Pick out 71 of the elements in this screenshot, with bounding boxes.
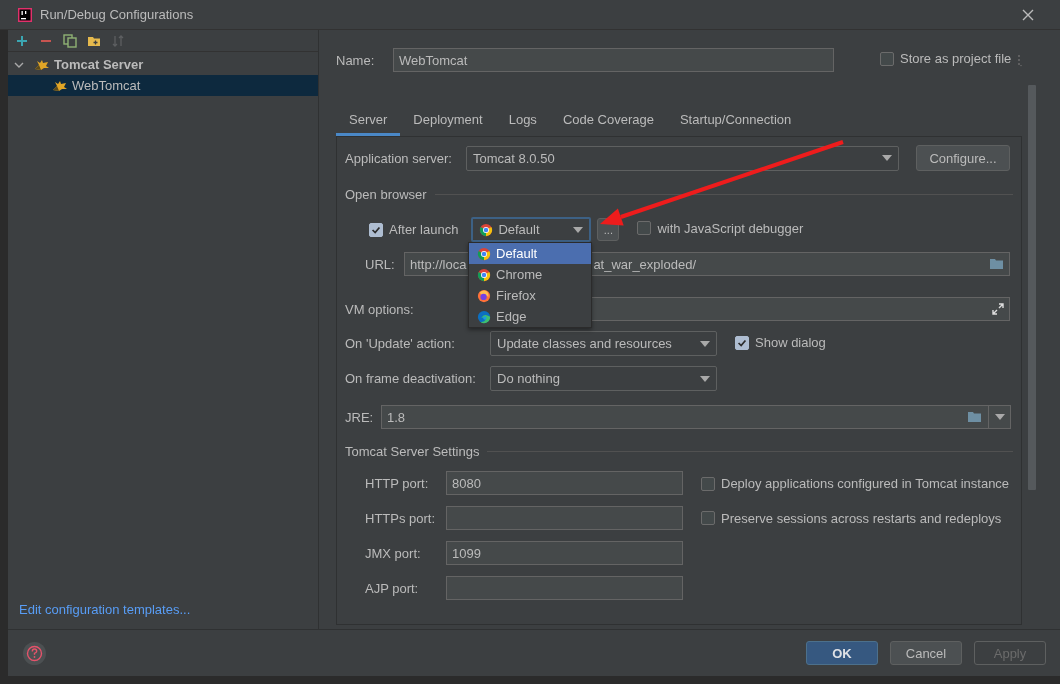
expand-icon[interactable] bbox=[992, 303, 1004, 315]
caret-icon bbox=[700, 340, 710, 347]
checkbox-label: with JavaScript debugger bbox=[657, 220, 804, 236]
checkbox-label: Show dialog bbox=[755, 335, 826, 351]
window-title: Run/Debug Configurations bbox=[40, 7, 195, 22]
checkbox[interactable] bbox=[735, 335, 749, 350]
menu-item[interactable]: Edge bbox=[469, 306, 591, 327]
field-label: URL: bbox=[365, 256, 396, 272]
caret-icon bbox=[882, 155, 892, 161]
configure-button[interactable]: Configure... bbox=[916, 145, 1010, 171]
checkbox[interactable] bbox=[701, 511, 715, 525]
edge-icon bbox=[477, 309, 491, 324]
tree-item[interactable]: WebTomcat bbox=[8, 75, 318, 96]
checkbox[interactable] bbox=[701, 476, 715, 491]
tab[interactable]: Server bbox=[336, 105, 401, 136]
dropdown[interactable]: Tomcat 8.0.50 bbox=[466, 145, 899, 171]
folder-icon[interactable] bbox=[990, 258, 1004, 270]
firefox-icon bbox=[477, 288, 491, 303]
add-icon[interactable] bbox=[15, 33, 29, 48]
tab[interactable]: Deployment bbox=[400, 105, 496, 136]
sort-icon[interactable] bbox=[111, 33, 125, 48]
chrome-icon bbox=[477, 246, 491, 261]
jre-field[interactable]: 1.8 bbox=[381, 405, 1011, 429]
chrome-icon bbox=[477, 267, 491, 282]
checkbox-label: Deploy applications configured in Tomcat instance bbox=[721, 476, 1010, 491]
dialog-button[interactable]: OK bbox=[806, 641, 878, 665]
chrome-icon bbox=[479, 222, 494, 237]
checkbox-label: After launch bbox=[389, 222, 459, 237]
dropdown[interactable]: Update classes and resources bbox=[490, 331, 717, 356]
field-label: AJP port: bbox=[365, 580, 420, 596]
port-field[interactable]: 8080 bbox=[446, 471, 683, 495]
section-title: Open browser bbox=[345, 186, 427, 202]
close-icon[interactable] bbox=[1022, 8, 1034, 21]
tree-item[interactable]: Tomcat Server bbox=[8, 54, 318, 75]
copy-icon[interactable] bbox=[63, 33, 77, 48]
checkbox[interactable] bbox=[880, 51, 894, 66]
caret-icon bbox=[700, 375, 710, 382]
field-label: Name: bbox=[336, 52, 376, 68]
edit-templates-link[interactable]: Edit configuration templates... bbox=[19, 602, 191, 617]
field-label: JMX port: bbox=[365, 545, 422, 561]
tab[interactable]: Startup/Connection bbox=[666, 105, 805, 136]
caret-icon bbox=[573, 226, 584, 233]
checkbox[interactable] bbox=[369, 222, 383, 237]
dropdown[interactable]: Do nothing bbox=[490, 366, 717, 391]
more-icon[interactable] bbox=[1017, 53, 1024, 67]
caret-icon bbox=[994, 414, 1005, 420]
help-icon[interactable] bbox=[23, 641, 46, 665]
section-title: Tomcat Server Settings bbox=[345, 443, 480, 459]
dialog-button[interactable]: Cancel bbox=[890, 641, 962, 665]
port-field[interactable]: 1099 bbox=[446, 541, 683, 565]
checkbox-label: Store as project file bbox=[900, 51, 1012, 67]
field-label: HTTPs port: bbox=[365, 510, 437, 526]
field-label: JRE: bbox=[345, 409, 375, 425]
app-icon bbox=[18, 7, 32, 22]
scrollbar[interactable] bbox=[1028, 85, 1036, 490]
menu-item[interactable]: Default bbox=[469, 243, 591, 264]
dropdown[interactable]: Default bbox=[471, 217, 592, 242]
field-label: On 'Update' action: bbox=[345, 336, 456, 351]
field-label: On frame deactivation: bbox=[345, 371, 477, 386]
tab[interactable]: Logs bbox=[495, 105, 550, 136]
field-label: HTTP port: bbox=[365, 475, 430, 491]
folder-icon[interactable] bbox=[968, 411, 982, 423]
checkbox[interactable] bbox=[637, 221, 652, 236]
field-label: VM options: bbox=[345, 301, 415, 317]
tab[interactable]: Code Coverage bbox=[549, 105, 667, 136]
port-field[interactable] bbox=[446, 506, 683, 530]
field-label: Application server: bbox=[345, 150, 453, 166]
name-field[interactable]: WebTomcat bbox=[393, 48, 834, 72]
menu-item[interactable]: Firefox bbox=[469, 285, 591, 306]
checkbox-label: Preserve sessions across restarts and redeploys bbox=[721, 510, 1002, 526]
port-field[interactable] bbox=[446, 576, 683, 600]
